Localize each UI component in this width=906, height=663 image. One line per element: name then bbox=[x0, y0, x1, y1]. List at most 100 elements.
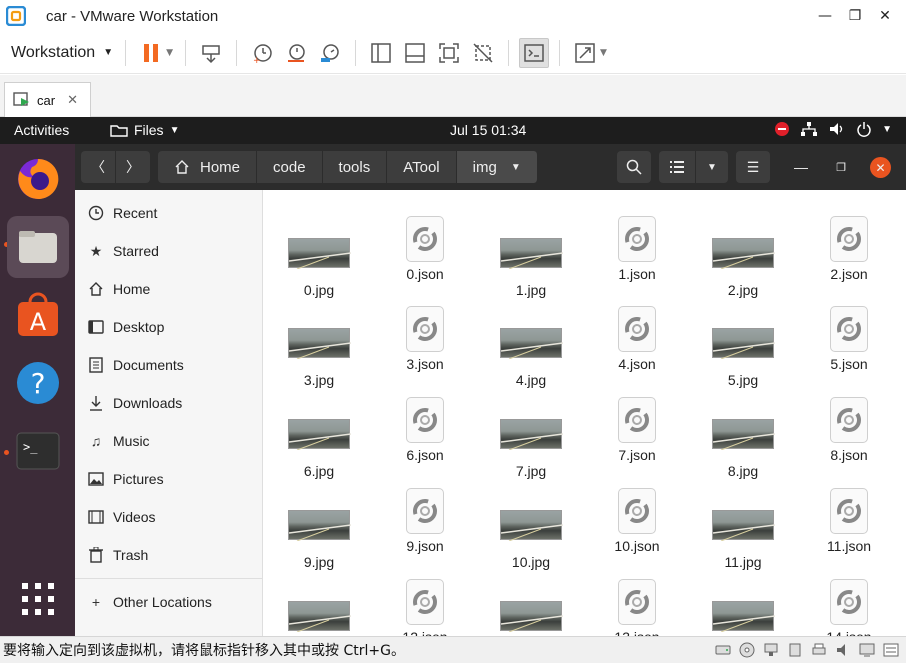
music-icon: ♫ bbox=[90, 433, 102, 449]
sidebar-item-documents[interactable]: Documents bbox=[75, 348, 263, 382]
minimize-button[interactable]: — bbox=[789, 151, 813, 183]
display-icon[interactable] bbox=[858, 641, 876, 659]
sidebar-item-music[interactable]: ♫ Music bbox=[75, 424, 263, 458]
file-item[interactable]: 8.jpg bbox=[688, 393, 798, 479]
close-icon[interactable]: ✕ bbox=[67, 93, 78, 108]
workstation-menu[interactable]: Workstation ▼ bbox=[11, 44, 113, 62]
help-icon[interactable]: ? bbox=[7, 352, 69, 414]
file-item[interactable]: 6.json bbox=[370, 393, 480, 473]
search-button[interactable] bbox=[617, 151, 651, 183]
back-button[interactable]: 〈 bbox=[81, 151, 115, 183]
app-menu[interactable]: Files ▼ bbox=[110, 122, 179, 138]
network-adapter-icon[interactable] bbox=[762, 641, 780, 659]
show-apps-icon[interactable] bbox=[7, 568, 69, 630]
full-screen-button[interactable] bbox=[434, 38, 464, 68]
show-tabs-button[interactable] bbox=[400, 38, 430, 68]
sidebar-item-other-locations[interactable]: + Other Locations bbox=[75, 585, 263, 619]
breadcrumb: Home code tools ATool img ▼ bbox=[158, 151, 538, 183]
file-item[interactable]: 0.json bbox=[370, 212, 480, 292]
printer-icon[interactable] bbox=[810, 641, 828, 659]
sidebar-item-starred[interactable]: ★ Starred bbox=[75, 234, 263, 268]
file-item[interactable]: 13.jpg bbox=[476, 575, 586, 636]
minimize-icon[interactable]: — bbox=[810, 4, 840, 28]
list-view-button[interactable] bbox=[659, 151, 695, 183]
file-item[interactable]: 14.jpg bbox=[688, 575, 798, 636]
file-item[interactable]: 1.json bbox=[582, 212, 692, 292]
close-button[interactable]: ✕ bbox=[870, 157, 891, 178]
file-item[interactable]: 9.jpg bbox=[264, 484, 374, 570]
file-item[interactable]: 5.json bbox=[794, 302, 904, 382]
chevron-down-icon[interactable]: ▼ bbox=[166, 48, 173, 58]
usb-icon[interactable] bbox=[786, 641, 804, 659]
ubuntu-software-icon[interactable]: A bbox=[7, 284, 69, 346]
file-item[interactable]: 11.jpg bbox=[688, 484, 798, 570]
sound-card-icon[interactable] bbox=[834, 641, 852, 659]
file-item[interactable]: 2.json bbox=[794, 212, 904, 292]
file-item[interactable]: 9.json bbox=[370, 484, 480, 564]
cd-dvd-icon[interactable] bbox=[738, 641, 756, 659]
file-item[interactable]: 10.json bbox=[582, 484, 692, 564]
file-item[interactable]: 1.jpg bbox=[476, 212, 586, 298]
console-view-button[interactable] bbox=[519, 37, 550, 68]
file-item[interactable]: 7.json bbox=[582, 393, 692, 473]
file-item[interactable]: 10.jpg bbox=[476, 484, 586, 570]
file-item[interactable]: 4.json bbox=[582, 302, 692, 382]
sidebar-item-downloads[interactable]: Downloads bbox=[75, 386, 263, 420]
snapshot-manager-button[interactable] bbox=[315, 38, 345, 68]
take-snapshot-button[interactable]: + bbox=[247, 38, 277, 68]
sidebar-item-trash[interactable]: Trash bbox=[75, 538, 263, 572]
sidebar-item-label: Trash bbox=[113, 547, 149, 563]
volume-icon bbox=[830, 123, 843, 135]
hard-disk-icon[interactable] bbox=[714, 641, 732, 659]
home-icon bbox=[87, 280, 105, 298]
show-library-button[interactable] bbox=[366, 38, 396, 68]
breadcrumb-img[interactable]: img ▼ bbox=[456, 151, 538, 183]
breadcrumb-atool[interactable]: ATool bbox=[387, 151, 457, 183]
restore-icon[interactable]: ❐ bbox=[840, 4, 870, 28]
pause-button[interactable] bbox=[136, 38, 166, 68]
desktop-icon bbox=[87, 318, 105, 336]
send-ctrl-alt-del-button[interactable] bbox=[196, 38, 226, 68]
view-options-button[interactable]: ▼ bbox=[696, 151, 728, 183]
file-item[interactable]: 6.jpg bbox=[264, 393, 374, 479]
file-item[interactable]: 8.json bbox=[794, 393, 904, 473]
terminal-icon[interactable]: >_ bbox=[7, 420, 69, 482]
file-item[interactable]: 12.json bbox=[370, 575, 480, 636]
system-tray[interactable]: ▼ bbox=[774, 121, 892, 137]
breadcrumb-code[interactable]: code bbox=[257, 151, 323, 183]
stretch-guest-button[interactable] bbox=[570, 38, 600, 68]
sidebar-item-recent[interactable]: Recent bbox=[75, 196, 263, 230]
file-item[interactable]: 4.jpg bbox=[476, 302, 586, 388]
file-item[interactable]: 2.jpg bbox=[688, 212, 798, 298]
sidebar-item-desktop[interactable]: Desktop bbox=[75, 310, 263, 344]
file-item[interactable]: 12.jpg bbox=[264, 575, 374, 636]
file-item[interactable]: 0.jpg bbox=[264, 212, 374, 298]
file-item[interactable]: 7.jpg bbox=[476, 393, 586, 479]
file-item[interactable]: 3.json bbox=[370, 302, 480, 382]
file-item[interactable]: 3.jpg bbox=[264, 302, 374, 388]
power-icon bbox=[857, 122, 871, 137]
breadcrumb-home[interactable]: Home bbox=[158, 151, 258, 183]
revert-snapshot-button[interactable] bbox=[281, 38, 311, 68]
tabs-view-icon bbox=[405, 42, 425, 63]
file-item[interactable]: 14.json bbox=[794, 575, 904, 636]
sidebar-item-home[interactable]: Home bbox=[75, 272, 263, 306]
maximize-button[interactable]: ❐ bbox=[829, 151, 853, 183]
activities-button[interactable]: Activities bbox=[14, 122, 69, 138]
unity-button[interactable] bbox=[468, 38, 498, 68]
chevron-down-icon[interactable]: ▼ bbox=[600, 48, 607, 58]
file-item[interactable]: 13.json bbox=[582, 575, 692, 636]
file-item[interactable]: 11.json bbox=[794, 484, 904, 564]
main-menu-button[interactable]: ☰ bbox=[736, 151, 770, 183]
tab-car[interactable]: car ✕ bbox=[4, 82, 91, 117]
clock[interactable]: Jul 15 01:34 bbox=[450, 122, 526, 138]
firefox-icon[interactable] bbox=[7, 148, 69, 210]
forward-button[interactable]: 〉 bbox=[116, 151, 150, 183]
sidebar-item-pictures[interactable]: Pictures bbox=[75, 462, 263, 496]
close-icon[interactable]: ✕ bbox=[870, 4, 900, 28]
message-log-icon[interactable] bbox=[882, 641, 900, 659]
breadcrumb-tools[interactable]: tools bbox=[322, 151, 388, 183]
file-item[interactable]: 5.jpg bbox=[688, 302, 798, 388]
files-icon[interactable] bbox=[7, 216, 69, 278]
sidebar-item-videos[interactable]: Videos bbox=[75, 500, 263, 534]
